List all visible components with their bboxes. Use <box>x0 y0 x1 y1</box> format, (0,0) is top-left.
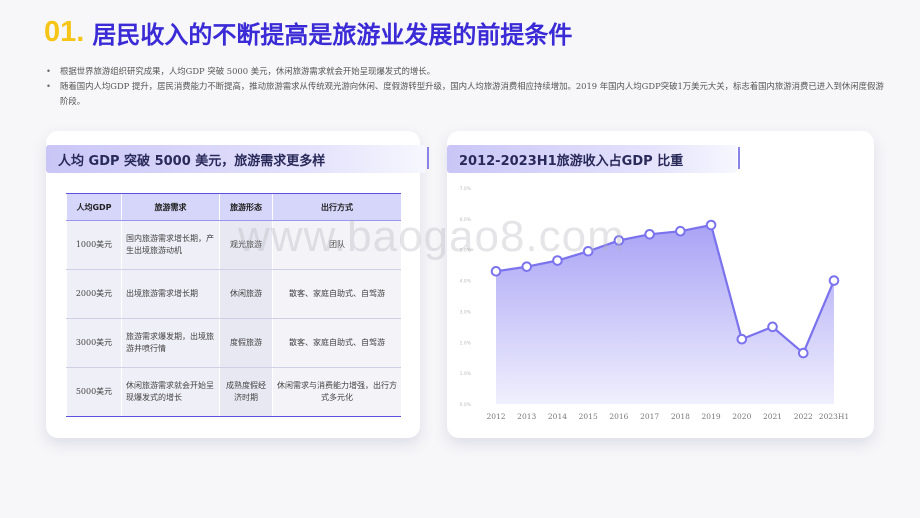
y-tick-label: 0.0% <box>460 402 472 408</box>
table-cell: 2000美元 <box>66 269 122 319</box>
data-point <box>767 321 778 333</box>
x-tick-label: 2012 <box>486 412 505 421</box>
x-tick-label: 2013 <box>517 412 536 421</box>
x-tick-label: 2019 <box>702 412 721 421</box>
x-tick-label: 2014 <box>548 412 567 421</box>
table-cell: 散客、家庭自助式、自驾游 <box>272 269 401 319</box>
x-tick-label: 2021 <box>763 412 782 421</box>
table-cell: 休闲旅游 <box>219 269 273 319</box>
table-row: 3000美元 旅游需求爆发期，出境旅游井喷行情 度假旅游 散客、家庭自助式、自驾… <box>66 318 401 368</box>
page-header: 01. 居民收入的不断提高是旅游业发展的前提条件 <box>44 12 572 52</box>
y-tick-label: 1.0% <box>460 371 472 377</box>
table-cell: 休闲旅游需求就会开始呈现爆发式的增长 <box>121 367 220 417</box>
x-tick-label: 2017 <box>640 412 659 421</box>
table-cell: 休闲需求与消费能力增强，出行方式多元化 <box>272 367 401 417</box>
table-row: 2000美元 出境旅游需求增长期 休闲旅游 散客、家庭自助式、自驾游 <box>66 269 401 319</box>
section-number: 01. <box>44 15 85 48</box>
column-header: 人均GDP <box>66 193 122 221</box>
y-tick-label: 4.0% <box>460 279 472 285</box>
page-title: 居民收入的不断提高是旅游业发展的前提条件 <box>92 20 573 49</box>
watermark: www.baogao8.com <box>238 212 625 261</box>
table-cell: 出境旅游需求增长期 <box>121 269 220 319</box>
data-point <box>828 275 840 286</box>
table-cell: 5000美元 <box>66 367 122 417</box>
x-tick-label: 2023H1 <box>819 412 849 421</box>
table-row: 5000美元 休闲旅游需求就会开始呈现爆发式的增长 成熟度假经济时期 休闲需求与… <box>66 367 401 417</box>
data-point <box>705 219 717 231</box>
x-tick-label: 2020 <box>732 412 751 421</box>
x-tick-label: 2022 <box>794 412 813 421</box>
y-tick-label: 3.0% <box>460 309 472 315</box>
y-tick-label: 2.0% <box>460 340 472 346</box>
tourism-revenue-chart: 0.0%1.0%2.0%3.0%4.0%5.0%6.0%7.0% 2012 201… <box>460 186 850 421</box>
data-point <box>736 333 748 345</box>
data-point <box>521 261 533 272</box>
y-tick-label: 7.0% <box>460 186 472 192</box>
gdp-demand-card: 人均 GDP 突破 5000 美元，旅游需求更多样 人均GDP 旅游需求 旅游形… <box>46 131 429 438</box>
table-cell: 成熟度假经济时期 <box>219 367 273 417</box>
table-cell: 国内旅游需求增长期，产生出境旅游动机 <box>121 220 220 270</box>
x-tick-label: 2016 <box>609 412 628 421</box>
column-header: 旅游需求 <box>121 193 220 221</box>
table-cell: 旅游需求爆发期，出境旅游井喷行情 <box>121 318 220 368</box>
table-cell: 1000美元 <box>66 220 122 270</box>
table-cell: 散客、家庭自助式、自驾游 <box>272 318 401 368</box>
x-tick-label: 2015 <box>579 412 598 421</box>
bullet-item: 根据世界旅游组织研究成果，人均GDP 突破 5000 美元，休闲旅游需求就会开始… <box>44 64 884 79</box>
intro-bullets: 根据世界旅游组织研究成果，人均GDP 突破 5000 美元，休闲旅游需求就会开始… <box>44 64 884 109</box>
table-cell: 3000美元 <box>66 318 122 368</box>
table-cell: 度假旅游 <box>219 318 273 368</box>
bullet-item: 随着国内人均GDP 提升，居民消费能力不断提高，推动旅游需求从传统观光游向休闲、… <box>44 79 884 109</box>
data-point <box>675 225 686 237</box>
card-heading: 人均 GDP 突破 5000 美元，旅游需求更多样 <box>46 145 429 173</box>
x-tick-label: 2018 <box>671 412 690 421</box>
data-point <box>797 347 809 359</box>
x-axis: 2012 2013 2014 2015 2016 2017 2018 2019 2020 2021… <box>486 412 849 421</box>
data-point <box>490 266 502 277</box>
data-point <box>644 228 655 240</box>
